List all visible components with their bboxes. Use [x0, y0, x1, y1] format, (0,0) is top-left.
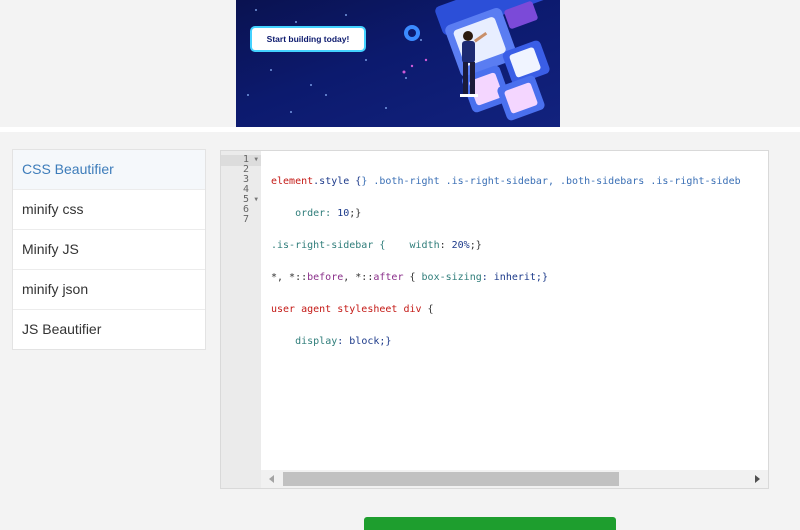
code-token: user agent stylesheet div — [271, 304, 422, 315]
code-line: .is-right-sidebar { width: 20%;} — [271, 241, 768, 251]
code-line: element.style {} .both-right .is-right-s… — [271, 177, 768, 187]
code-token: { — [421, 304, 434, 315]
code-token: ;} — [469, 240, 482, 251]
code-line: user agent stylesheet div { — [271, 305, 768, 315]
code-line: display: block;} — [271, 337, 768, 347]
code-token: element — [271, 176, 314, 187]
line-number: 6 — [221, 205, 261, 215]
code-token: , *:: — [343, 272, 374, 283]
banner-cta-button[interactable]: Start building today! — [252, 28, 364, 50]
line-number: 7 — [221, 215, 261, 225]
code-token: *, *:: — [271, 272, 308, 283]
line-number-text: 7 — [242, 214, 249, 225]
scrollbar-thumb[interactable] — [283, 472, 619, 486]
scroll-left-icon[interactable] — [269, 475, 274, 483]
code-line: order: 10;} — [271, 209, 768, 219]
code-token: .is-right-sidebar { — [271, 240, 410, 251]
code-token: .style { — [313, 176, 362, 187]
code-token: 20% — [451, 240, 470, 251]
code-token: after — [373, 272, 404, 283]
sidebar-item-js-beautifier[interactable]: JS Beautifier — [13, 309, 205, 349]
editor-gutter: 1 ▼ 2 3 4 5 ▼ 6 7 — [221, 151, 261, 488]
line-numbers: 1 ▼ 2 3 4 5 ▼ 6 7 — [221, 155, 261, 225]
code-text-area[interactable]: element.style {} .both-right .is-right-s… — [271, 155, 768, 401]
line-number: 5 ▼ — [221, 195, 261, 205]
code-token: : inherit;} — [481, 272, 548, 283]
code-token: width — [409, 240, 440, 251]
line-number: 1 ▼ — [221, 155, 261, 165]
code-token: display — [295, 336, 338, 347]
section-divider — [0, 127, 800, 132]
code-token: } .both-right .is-right-sidebar, .both-s… — [361, 176, 741, 187]
fold-arrow-icon[interactable]: ▼ — [254, 155, 258, 165]
scroll-right-icon[interactable] — [755, 475, 760, 483]
code-token: : — [439, 240, 452, 251]
code-line: *, *::before, *::after { box-sizing: inh… — [271, 273, 768, 283]
horizontal-scrollbar[interactable] — [261, 470, 768, 488]
sidebar-item-css-beautifier[interactable]: CSS Beautifier — [13, 150, 205, 189]
code-token: ;} — [349, 208, 362, 219]
banner-illustration — [247, 0, 550, 121]
beautify-button[interactable] — [364, 517, 616, 530]
sidebar-item-minify-js[interactable]: Minify JS — [13, 229, 205, 269]
code-token: 10 — [337, 208, 350, 219]
code-token: before — [307, 272, 344, 283]
line-number: 4 — [221, 185, 261, 195]
code-token: box-sizing — [421, 272, 482, 283]
line-number: 2 — [221, 165, 261, 175]
code-token: { — [403, 272, 422, 283]
ad-banner[interactable]: Start building today! — [236, 0, 560, 127]
line-number: 3 — [221, 175, 261, 185]
page: Start building today! CSS Beautifier min… — [0, 0, 800, 530]
code-editor[interactable]: 1 ▼ 2 3 4 5 ▼ 6 7 element.style {} .both-r… — [220, 150, 769, 489]
tool-sidebar: CSS Beautifier minify css Minify JS mini… — [12, 149, 206, 350]
code-token: : block;} — [337, 336, 392, 347]
sidebar-item-minify-css[interactable]: minify css — [13, 189, 205, 229]
sidebar-item-minify-json[interactable]: minify json — [13, 269, 205, 309]
fold-arrow-icon[interactable]: ▼ — [254, 195, 258, 205]
code-token: order: — [271, 208, 338, 219]
